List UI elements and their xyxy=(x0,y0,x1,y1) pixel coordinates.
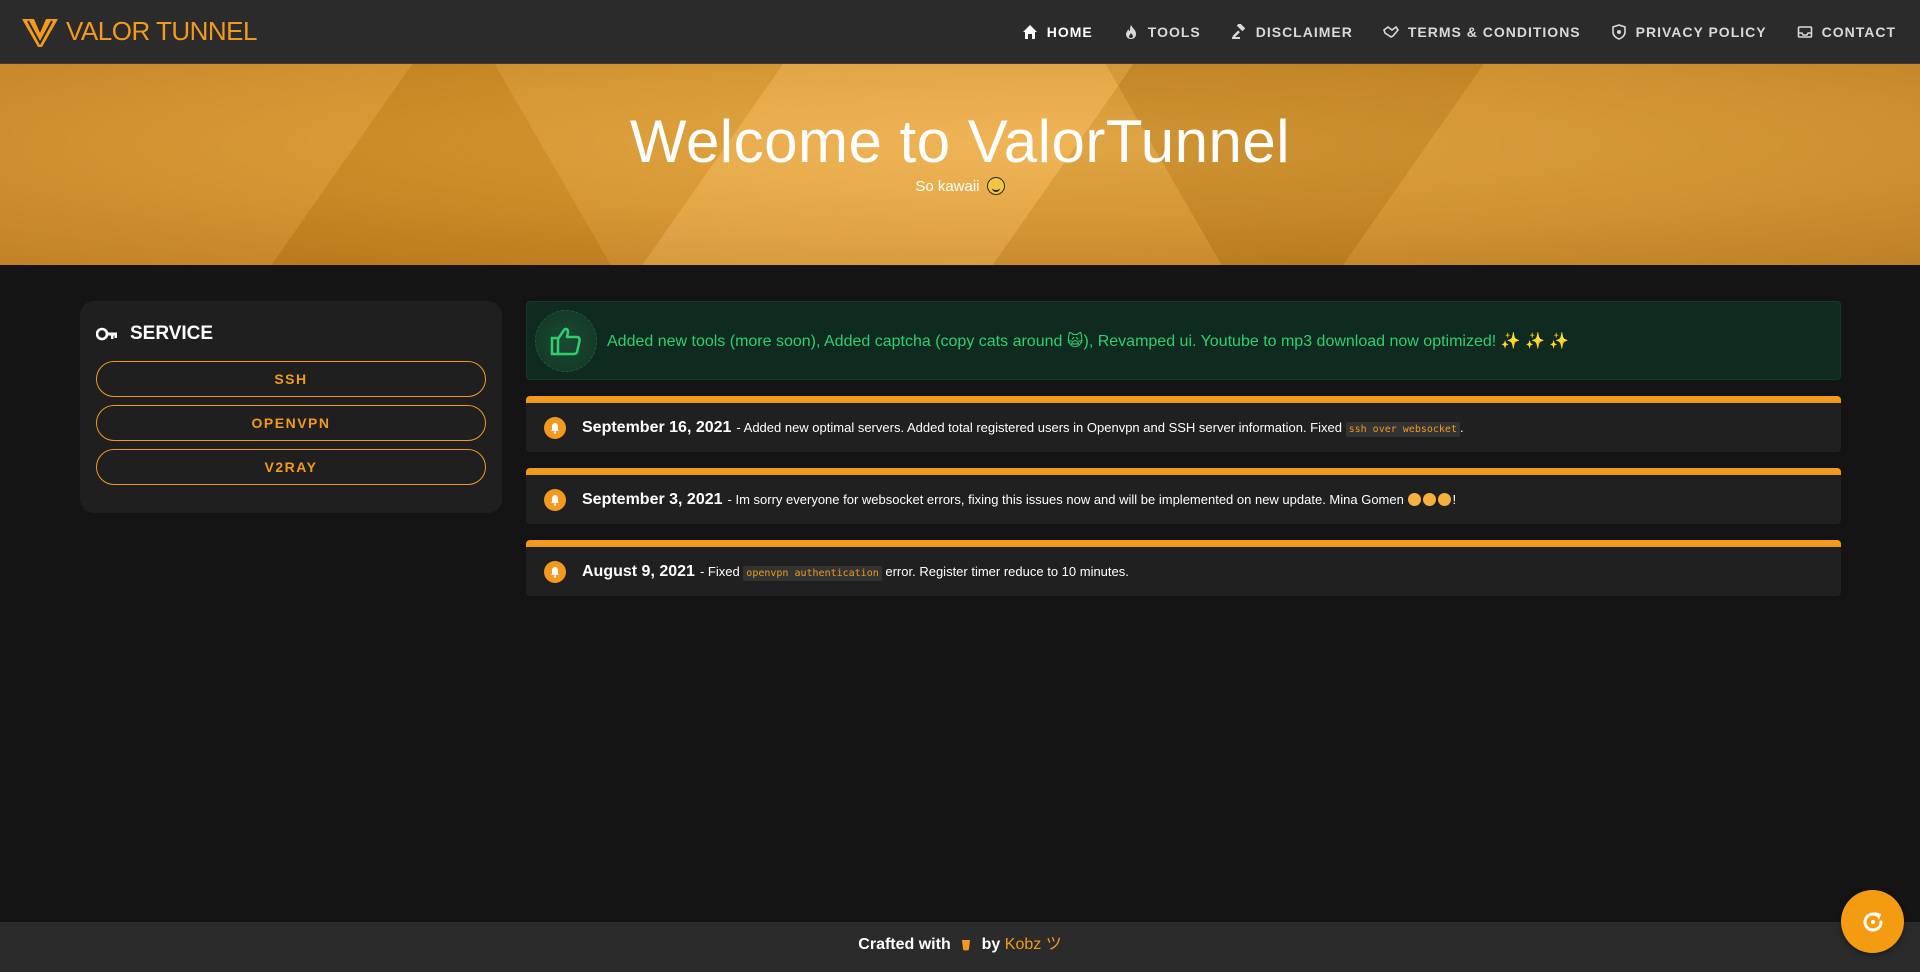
refresh-icon xyxy=(1863,911,1882,931)
key-icon xyxy=(96,327,117,341)
captcha-float-button[interactable] xyxy=(1841,890,1904,953)
update-date: September 3, 2021 xyxy=(582,490,723,508)
update-text: - Added new optimal servers. Added total… xyxy=(736,420,1464,437)
announcement-alert: Added new tools (more soon), Added captc… xyxy=(526,301,1841,380)
sad-emoji-icon xyxy=(1408,493,1422,506)
hero-title: Welcome to ValorTunnel xyxy=(629,108,1291,175)
update-text-after: . xyxy=(1459,420,1464,435)
nav-home-label: HOME xyxy=(1046,23,1093,40)
nav-disclaimer[interactable]: DISCLAIMER xyxy=(1231,23,1353,40)
navbar: VALOR TUNNEL HOME TOOLS DISCLAIMER TERMS… xyxy=(0,0,1920,64)
footer-suffix: ツ xyxy=(1045,936,1062,953)
update-text-before: - Added new optimal servers. Added total… xyxy=(736,420,1342,435)
update-card: September 3, 2021 - Im sorry everyone fo… xyxy=(526,468,1841,524)
update-date: August 9, 2021 xyxy=(582,562,695,580)
brand-link[interactable]: VALOR TUNNEL xyxy=(20,15,257,49)
ssh-button[interactable]: SSH xyxy=(96,361,486,397)
update-code: ssh over websocket xyxy=(1345,422,1460,437)
service-header: SERVICE xyxy=(96,323,486,345)
update-code: openvpn authentication xyxy=(743,566,882,581)
service-panel: SERVICE SSH OPENVPN V2RAY xyxy=(80,301,502,513)
update-date: September 16, 2021 xyxy=(582,418,732,436)
coffee-icon xyxy=(962,940,971,951)
footer-by: by xyxy=(981,936,1001,953)
nav-privacy-label: PRIVACY POLICY xyxy=(1635,23,1767,40)
update-text-before: - Fixed xyxy=(699,564,740,579)
update-text-body: - Im sorry everyone for websocket errors… xyxy=(727,492,1404,507)
brand-name: VALOR TUNNEL xyxy=(66,16,257,46)
nav-contact-label: CONTACT xyxy=(1821,23,1896,40)
update-suffix: ! xyxy=(1452,492,1457,507)
nav-privacy[interactable]: PRIVACY POLICY xyxy=(1611,24,1767,40)
sad-emoji-icon xyxy=(1438,493,1452,506)
handshake-icon xyxy=(1382,25,1399,38)
nav-disclaimer-label: DISCLAIMER xyxy=(1255,23,1353,40)
fire-icon xyxy=(1125,24,1136,39)
update-text-after: error. Register timer reduce to 10 minut… xyxy=(885,564,1129,579)
nav-tools[interactable]: TOOLS xyxy=(1123,24,1201,40)
bell-icon xyxy=(544,560,566,583)
nav-menu: HOME TOOLS DISCLAIMER TERMS & CONDITIONS… xyxy=(1022,23,1896,40)
hero-subtitle-text: So kawaii xyxy=(915,178,980,195)
announcement-text: Added new tools (more soon), Added captc… xyxy=(607,332,1570,350)
bell-icon xyxy=(544,416,566,439)
inbox-icon xyxy=(1797,25,1812,38)
nav-home[interactable]: HOME xyxy=(1022,24,1093,40)
nav-tools-label: TOOLS xyxy=(1147,23,1201,40)
update-card: August 9, 2021 - Fixed openvpn authentic… xyxy=(526,540,1841,596)
footer-text-before: Crafted with xyxy=(858,936,951,953)
home-icon xyxy=(1022,24,1037,39)
service-title: SERVICE xyxy=(130,323,214,344)
thumbs-up-icon xyxy=(535,309,597,372)
update-text: - Im sorry everyone for websocket errors… xyxy=(728,492,1457,507)
bell-icon xyxy=(544,488,566,511)
update-card: September 16, 2021 - Added new optimal s… xyxy=(526,396,1841,452)
hero-banner: Welcome to ValorTunnel So kawaii xyxy=(0,64,1920,265)
grin-emoji-icon xyxy=(986,177,1005,195)
nav-terms-label: TERMS & CONDITIONS xyxy=(1407,23,1581,40)
update-text: - Fixed openvpn authentication error. Re… xyxy=(699,564,1129,581)
openvpn-button[interactable]: OPENVPN xyxy=(96,405,486,441)
author-link[interactable]: Kobz xyxy=(1005,936,1041,953)
valor-logo-icon xyxy=(22,18,58,47)
sad-emoji-icon xyxy=(1423,493,1437,506)
v2ray-button[interactable]: V2RAY xyxy=(96,449,486,485)
gavel-icon xyxy=(1231,23,1245,39)
footer: Crafted with by Kobz ツ xyxy=(0,922,1920,972)
shield-icon xyxy=(1611,23,1626,40)
hero-subtitle: So kawaii xyxy=(0,177,1920,195)
nav-contact[interactable]: CONTACT xyxy=(1797,24,1896,40)
nav-terms[interactable]: TERMS & CONDITIONS xyxy=(1382,23,1581,40)
